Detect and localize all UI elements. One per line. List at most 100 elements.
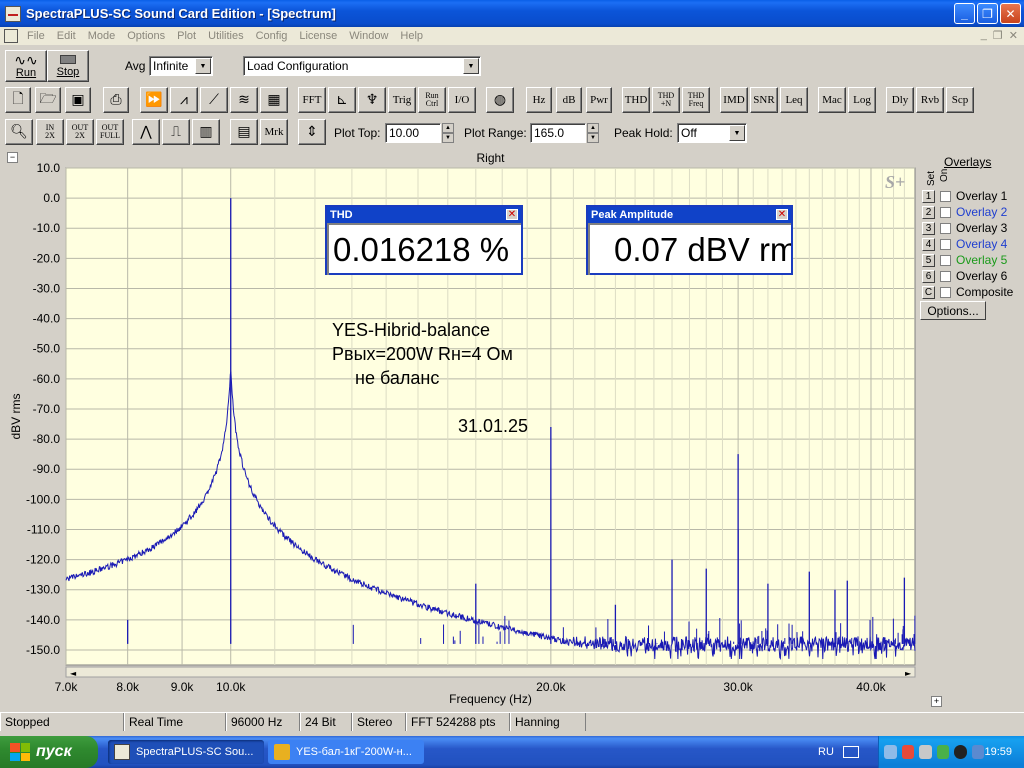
overlay-set-button[interactable]: 2 bbox=[922, 205, 935, 219]
chevron-down-icon[interactable]: ▼ bbox=[463, 58, 479, 74]
keyboard-icon[interactable] bbox=[843, 746, 859, 758]
horizontal-scrollbar[interactable] bbox=[65, 666, 916, 678]
thdn-button[interactable]: THD +N bbox=[652, 87, 680, 113]
volume-icon[interactable] bbox=[971, 745, 985, 759]
menu-mode[interactable]: Mode bbox=[82, 30, 122, 42]
start-button[interactable]: пуск bbox=[0, 736, 98, 768]
new-file-button[interactable]: 🗋 bbox=[5, 87, 31, 113]
scale-button[interactable]: ⊾ bbox=[328, 87, 356, 113]
maximize-button[interactable]: ❐ bbox=[977, 3, 998, 24]
menu-help[interactable]: Help bbox=[394, 30, 429, 42]
chevron-down-icon[interactable]: ▼ bbox=[729, 125, 745, 141]
vertical-scale-button[interactable]: ⇕ bbox=[298, 119, 326, 145]
chevron-down-icon[interactable]: ▼ bbox=[587, 133, 599, 143]
hz-button[interactable]: Hz bbox=[526, 87, 552, 113]
open-button[interactable]: 🗁 bbox=[35, 87, 61, 113]
menu-config[interactable]: Config bbox=[250, 30, 294, 42]
run-button[interactable]: ∿∿ Run bbox=[5, 50, 47, 82]
thd-freq-button[interactable]: THD Freq bbox=[682, 87, 710, 113]
overlay-set-button[interactable]: 3 bbox=[922, 221, 935, 235]
menu-window[interactable]: Window bbox=[343, 30, 394, 42]
menu-utilities[interactable]: Utilities bbox=[202, 30, 249, 42]
overlay-checkbox[interactable] bbox=[940, 190, 951, 202]
overlay-set-button[interactable]: 5 bbox=[922, 253, 935, 267]
plot-range-input[interactable]: 165.0 bbox=[530, 123, 586, 143]
network-icon[interactable] bbox=[884, 745, 897, 759]
close-button[interactable]: ✕ bbox=[1000, 3, 1021, 24]
overlay-set-button[interactable]: C bbox=[922, 285, 935, 299]
stop-button[interactable]: Stop bbox=[47, 50, 89, 82]
overlay-checkbox[interactable] bbox=[940, 238, 951, 250]
avg-select[interactable]: Infinite ▼ bbox=[149, 56, 213, 76]
signal-generator-button[interactable]: ◍ bbox=[486, 87, 514, 113]
menu-options[interactable]: Options bbox=[121, 30, 171, 42]
chevron-down-icon[interactable]: ▼ bbox=[442, 133, 454, 143]
zoom-button[interactable]: 🔍︎ bbox=[5, 119, 33, 145]
save-button[interactable]: ▣ bbox=[65, 87, 91, 113]
overlay-set-button[interactable]: 1 bbox=[922, 189, 935, 203]
chevron-up-icon[interactable]: ▲ bbox=[587, 123, 599, 133]
imd-button[interactable]: IMD bbox=[720, 87, 748, 113]
overlay-checkbox[interactable] bbox=[940, 222, 951, 234]
scroll-left-icon[interactable]: ◄ bbox=[70, 669, 77, 678]
chevron-up-icon[interactable]: ▲ bbox=[442, 123, 454, 133]
print-button[interactable]: ⎙ bbox=[103, 87, 129, 113]
close-icon[interactable]: ✕ bbox=[506, 209, 518, 220]
overlay-checkbox[interactable] bbox=[940, 206, 951, 218]
rvb-button[interactable]: Rvb bbox=[916, 87, 944, 113]
fft-button[interactable]: FFT bbox=[298, 87, 326, 113]
overlay-checkbox[interactable] bbox=[940, 254, 951, 266]
snr-button[interactable]: SNR bbox=[750, 87, 778, 113]
dly-button[interactable]: Dly bbox=[886, 87, 914, 113]
thd-button[interactable]: THD bbox=[622, 87, 650, 113]
peak-hold-select[interactable]: Off ▼ bbox=[677, 123, 747, 143]
language-indicator[interactable]: RU bbox=[818, 746, 834, 758]
document-icon[interactable] bbox=[4, 29, 18, 43]
close-icon[interactable]: ✕ bbox=[776, 209, 788, 220]
leq-button[interactable]: Leq bbox=[780, 87, 808, 113]
menu-plot[interactable]: Plot bbox=[171, 30, 202, 42]
zoom-out-full-button[interactable]: OUT FULL bbox=[96, 119, 124, 145]
plot-top-input[interactable]: 10.00 bbox=[385, 123, 441, 143]
overlays-title[interactable]: Overlays bbox=[944, 155, 991, 169]
probe-button[interactable]: ♆ bbox=[358, 87, 386, 113]
configuration-select[interactable]: Load Configuration ▼ bbox=[243, 56, 481, 76]
zoom-out-2x-button[interactable]: OUT 2X bbox=[66, 119, 94, 145]
overlay-checkbox[interactable] bbox=[940, 270, 951, 282]
mdi-close-button[interactable]: ✕ bbox=[1009, 29, 1018, 42]
menu-license[interactable]: License bbox=[293, 30, 343, 42]
log-button[interactable]: Log bbox=[848, 87, 876, 113]
safely-remove-icon[interactable] bbox=[919, 745, 932, 759]
step-plot-button[interactable]: ⎍ bbox=[162, 119, 190, 145]
db-button[interactable]: dB bbox=[556, 87, 582, 113]
mdi-restore-button[interactable]: ❐ bbox=[993, 29, 1003, 42]
marker-button[interactable]: Mrk bbox=[260, 119, 288, 145]
time-series-button[interactable]: ⟋ bbox=[200, 87, 228, 113]
table-button[interactable]: ▤ bbox=[230, 119, 258, 145]
run-ctrl-button[interactable]: Run Ctrl bbox=[418, 87, 446, 113]
3d-surface-button[interactable]: ▦ bbox=[260, 87, 288, 113]
spectrum-view-button[interactable]: ⩘ bbox=[170, 87, 198, 113]
minimize-button[interactable]: _ bbox=[954, 3, 975, 24]
overlay-options-button[interactable]: Options... bbox=[920, 301, 986, 320]
peak-amplitude-meter[interactable]: Peak Amplitude ✕ 0.07 dBV rms bbox=[586, 205, 793, 275]
taskbar-item-spectraplus[interactable]: SpectraPLUS-SC Sou... bbox=[108, 740, 264, 764]
antivirus-icon[interactable] bbox=[936, 745, 950, 759]
line-plot-button[interactable]: ⋀ bbox=[132, 119, 160, 145]
plot-range-stepper[interactable]: ▲ ▼ bbox=[587, 123, 599, 143]
mac-button[interactable]: Mac bbox=[818, 87, 846, 113]
menu-edit[interactable]: Edit bbox=[51, 30, 82, 42]
pwr-button[interactable]: Pwr bbox=[586, 87, 612, 113]
scroll-right-icon[interactable]: ► bbox=[905, 669, 912, 678]
media-icon[interactable] bbox=[954, 745, 967, 759]
overlay-set-button[interactable]: 4 bbox=[922, 237, 935, 251]
security-icon[interactable] bbox=[901, 745, 915, 759]
app-icon[interactable] bbox=[5, 5, 21, 22]
io-button[interactable]: I/O bbox=[448, 87, 476, 113]
scp-button[interactable]: Scp bbox=[946, 87, 974, 113]
overlay-set-button[interactable]: 6 bbox=[922, 269, 935, 283]
spectrogram-button[interactable]: ≋ bbox=[230, 87, 258, 113]
fast-forward-button[interactable]: ⏩ bbox=[140, 87, 168, 113]
thd-meter[interactable]: THD ✕ 0.016218 % bbox=[325, 205, 523, 275]
chevron-down-icon[interactable]: ▼ bbox=[195, 58, 211, 74]
